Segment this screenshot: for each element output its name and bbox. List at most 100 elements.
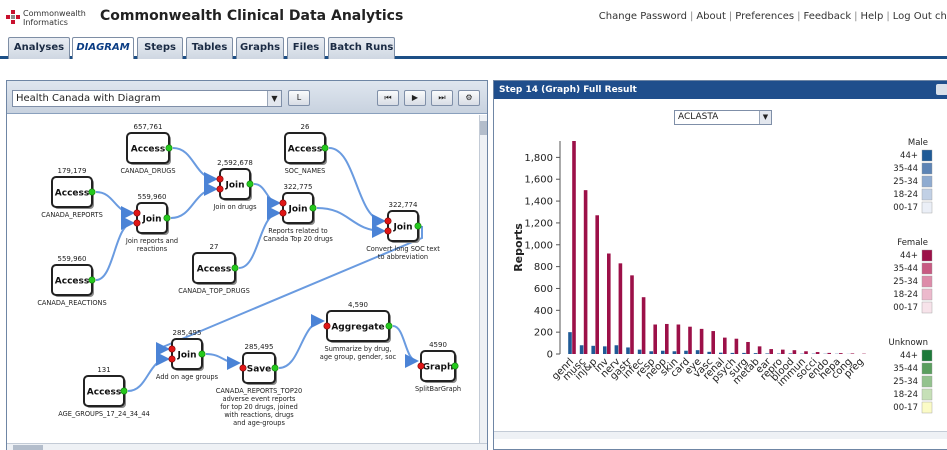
output-port[interactable] bbox=[198, 350, 206, 358]
logout-link[interactable]: Log Out cha bbox=[893, 11, 947, 22]
bar-female-eye[interactable] bbox=[699, 328, 704, 354]
output-port[interactable] bbox=[414, 222, 422, 230]
settings-button[interactable]: ⚙ bbox=[458, 90, 480, 106]
output-port[interactable] bbox=[231, 264, 239, 272]
bar-male-gastr[interactable] bbox=[626, 347, 630, 354]
output-port[interactable] bbox=[451, 362, 459, 370]
tab-files[interactable]: Files bbox=[287, 37, 325, 59]
node-save[interactable]: 285,495 Save CANADA_REPORTS_TOP20adverse e… bbox=[216, 343, 302, 427]
bar-male-nerv[interactable] bbox=[614, 345, 619, 354]
bar-male-skin[interactable] bbox=[672, 351, 677, 354]
bar-female-nerv[interactable] bbox=[618, 263, 623, 354]
bar-male-psych[interactable] bbox=[730, 352, 735, 354]
bar-female-socci[interactable] bbox=[815, 352, 820, 354]
panel-menu-button[interactable] bbox=[936, 84, 947, 95]
company-logo[interactable]: Commonwealth Informatics bbox=[6, 7, 96, 29]
bar-male-card[interactable] bbox=[684, 350, 688, 354]
preferences-link[interactable]: Preferences bbox=[735, 11, 794, 22]
output-port[interactable] bbox=[321, 144, 329, 152]
bar-female-cong[interactable] bbox=[850, 353, 855, 354]
bar-male-inj&p[interactable] bbox=[591, 345, 595, 354]
tab-diagram[interactable]: DIAGRAM bbox=[72, 37, 134, 59]
input-port[interactable] bbox=[216, 185, 224, 193]
node-join-top20[interactable]: 322,775 Join Reports related toCanada Top … bbox=[263, 183, 333, 243]
chevron-down-icon[interactable]: ▼ bbox=[759, 111, 771, 124]
bar-female-neop[interactable] bbox=[665, 323, 669, 354]
change-password-link[interactable]: Change Password bbox=[599, 11, 687, 22]
bar-male-renal[interactable] bbox=[719, 352, 723, 354]
bar-female-resp[interactable] bbox=[653, 324, 657, 354]
input-port[interactable] bbox=[133, 209, 141, 217]
bar-male-metab[interactable] bbox=[753, 353, 758, 354]
bar-male-inv[interactable] bbox=[603, 346, 607, 354]
node-access-age[interactable]: 131 Access AGE_GROUPS_17_24_34_44 bbox=[58, 366, 150, 418]
bar-female-inv[interactable] bbox=[607, 253, 611, 354]
node-access-drugs[interactable]: 657,761 Access CANADA_DRUGS bbox=[120, 123, 175, 175]
bar-female-gastr[interactable] bbox=[630, 275, 634, 354]
node-access-top-drugs[interactable]: 27 Access CANADA_TOP_DRUGS bbox=[178, 243, 250, 295]
input-port[interactable] bbox=[279, 199, 287, 207]
help-link[interactable]: Help bbox=[861, 11, 884, 22]
bar-female-renal[interactable] bbox=[723, 337, 727, 354]
scrollbar-thumb[interactable] bbox=[13, 445, 43, 450]
input-port[interactable] bbox=[133, 219, 141, 227]
bar-female-metab[interactable] bbox=[757, 346, 762, 354]
input-port[interactable] bbox=[384, 217, 392, 225]
bar-male-ear[interactable] bbox=[765, 353, 769, 354]
bar-male-vasc[interactable] bbox=[707, 351, 711, 354]
node-access-soc[interactable]: 26 Access SOC_NAMES bbox=[284, 123, 329, 175]
bar-male-blood[interactable] bbox=[788, 353, 793, 354]
node-graph[interactable]: 4590 Graph SplitBarGraph bbox=[415, 341, 461, 393]
chevron-down-icon[interactable]: ▼ bbox=[267, 91, 281, 106]
layout-button[interactable]: L bbox=[288, 90, 310, 106]
diagram-select[interactable]: Health Canada with Diagram ▼ bbox=[12, 90, 282, 107]
bar-female-hepa[interactable] bbox=[839, 353, 843, 354]
bar-female-skin[interactable] bbox=[676, 324, 681, 354]
input-port[interactable] bbox=[216, 175, 224, 183]
bar-female-blood[interactable] bbox=[792, 350, 797, 354]
node-aggregate[interactable]: 4,590 Aggregate Summarize by drug,age grou… bbox=[320, 301, 397, 361]
scrollbar-thumb[interactable] bbox=[480, 121, 487, 135]
output-port[interactable] bbox=[165, 144, 173, 152]
output-port[interactable] bbox=[246, 180, 254, 188]
tab-batch-runs[interactable]: Batch Runs bbox=[328, 37, 395, 59]
bar-female-repro[interactable] bbox=[781, 349, 785, 354]
play-button[interactable]: ▶ bbox=[404, 90, 426, 106]
tab-analyses[interactable]: Analyses bbox=[8, 37, 70, 59]
bar-female-endo[interactable] bbox=[827, 352, 831, 354]
bar-female-vasc[interactable] bbox=[711, 331, 715, 354]
bar-male-surg[interactable] bbox=[742, 352, 746, 354]
about-link[interactable]: About bbox=[696, 11, 726, 22]
input-port[interactable] bbox=[323, 322, 331, 330]
bar-female-ear[interactable] bbox=[769, 349, 773, 354]
bar-male-neop[interactable] bbox=[661, 350, 665, 354]
tab-graphs[interactable]: Graphs bbox=[236, 37, 284, 59]
bar-male-eye[interactable] bbox=[695, 350, 700, 354]
bar-male-genrl[interactable] bbox=[568, 332, 572, 354]
input-port[interactable] bbox=[384, 227, 392, 235]
tab-tables[interactable]: Tables bbox=[186, 37, 233, 59]
bar-female-immun[interactable] bbox=[804, 351, 808, 354]
diagram-vertical-scrollbar[interactable] bbox=[479, 115, 487, 443]
skip-back-button[interactable]: ⏮ bbox=[377, 90, 399, 106]
input-port[interactable] bbox=[279, 209, 287, 217]
diagram-horizontal-scrollbar[interactable] bbox=[7, 443, 487, 450]
output-port[interactable] bbox=[88, 276, 96, 284]
bar-female-psych[interactable] bbox=[734, 338, 739, 354]
node-access-reactions[interactable]: 559,960 Access CANADA_REACTIONS bbox=[37, 255, 106, 307]
output-port[interactable] bbox=[385, 322, 393, 330]
bar-female-musc[interactable] bbox=[583, 190, 588, 354]
bar-female-surg[interactable] bbox=[746, 341, 750, 354]
result-panel-scrollbar[interactable] bbox=[494, 431, 947, 439]
bar-female-card[interactable] bbox=[688, 326, 692, 354]
input-port[interactable] bbox=[417, 362, 425, 370]
output-port[interactable] bbox=[163, 214, 171, 222]
bar-female-inj&p[interactable] bbox=[595, 215, 599, 354]
node-access-reports[interactable]: 179,179 Access CANADA_REPORTS bbox=[41, 167, 103, 219]
bar-male-resp[interactable] bbox=[649, 351, 653, 354]
input-port[interactable] bbox=[239, 364, 247, 372]
bar-male-musc[interactable] bbox=[579, 345, 584, 354]
tab-steps[interactable]: Steps bbox=[137, 37, 183, 59]
output-port[interactable] bbox=[271, 364, 279, 372]
bar-female-genrl[interactable] bbox=[572, 141, 576, 354]
